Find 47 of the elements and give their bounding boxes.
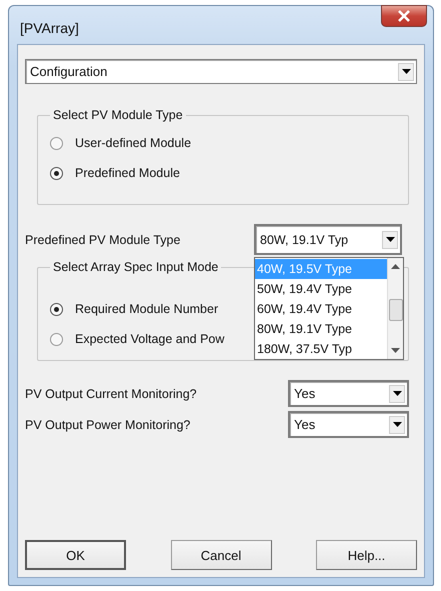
radio-label: Predefined Module <box>75 166 180 180</box>
radio-label: User-defined Module <box>75 136 192 150</box>
monitoring-dropdown[interactable]: Yes <box>288 380 409 407</box>
caret-down-icon <box>402 69 410 74</box>
dropdown-value: Yes <box>294 386 316 401</box>
radio-option[interactable]: Expected Voltage and Pow <box>50 324 224 354</box>
dropdown-option[interactable]: 180W, 37.5V Typ <box>255 339 387 359</box>
dialog-button[interactable]: Cancel <box>170 540 272 570</box>
scroll-up-icon[interactable] <box>391 264 400 269</box>
dropdown-value: Yes <box>294 417 316 432</box>
dropdown-arrow-button[interactable] <box>389 384 405 402</box>
radio-option[interactable]: User-defined Module <box>50 128 192 158</box>
scroll-down-icon[interactable] <box>391 348 400 353</box>
caret-down-icon <box>386 237 394 242</box>
field-label: PV Output Power Monitoring? <box>25 418 190 432</box>
caret-down-icon <box>392 422 402 427</box>
radio-option[interactable]: Predefined Module <box>50 158 180 188</box>
radio-button-icon[interactable] <box>50 166 63 180</box>
group-title: Select PV Module Type <box>52 108 184 122</box>
dropdown-arrow-button[interactable] <box>389 416 405 434</box>
field-label: PV Output Current Monitoring? <box>25 386 197 400</box>
scrollbar-thumb[interactable] <box>388 299 402 321</box>
group-title: Select Array Spec Input Mode <box>52 260 220 274</box>
dropdown-value: 80W, 19.1V Typ <box>260 232 350 246</box>
radio-button-icon[interactable] <box>50 332 63 346</box>
radio-label: Expected Voltage and Pow <box>75 332 224 346</box>
dropdown-option[interactable]: 50W, 19.4V Type <box>255 279 387 299</box>
field-label: Predefined PV Module Type <box>25 232 180 246</box>
window-title: [PVArray] <box>20 20 79 36</box>
radio-button-icon[interactable] <box>50 302 63 316</box>
radio-option[interactable]: Required Module Number <box>50 294 218 324</box>
dialog-button[interactable]: OK <box>25 540 126 570</box>
dropdown-value: Configuration <box>30 64 108 79</box>
module-type-dropdown[interactable]: 80W, 19.1V Typ <box>254 224 402 255</box>
dialog-button[interactable]: Help... <box>316 540 417 570</box>
dropdown-option[interactable]: 60W, 19.4V Type <box>255 299 387 319</box>
dropdown-option[interactable]: 80W, 19.1V Type <box>255 319 387 339</box>
close-button[interactable] <box>381 5 427 27</box>
dropdown-arrow-button[interactable] <box>398 62 414 80</box>
dropdown-arrow-button[interactable] <box>382 230 398 248</box>
close-icon <box>397 10 411 22</box>
scrollbar[interactable] <box>387 258 403 359</box>
caret-down-icon <box>392 391 402 396</box>
radio-label: Required Module Number <box>75 302 218 316</box>
radio-button-icon[interactable] <box>50 136 63 150</box>
monitoring-dropdown[interactable]: Yes <box>288 411 409 438</box>
page-dropdown[interactable]: Configuration <box>25 59 417 84</box>
